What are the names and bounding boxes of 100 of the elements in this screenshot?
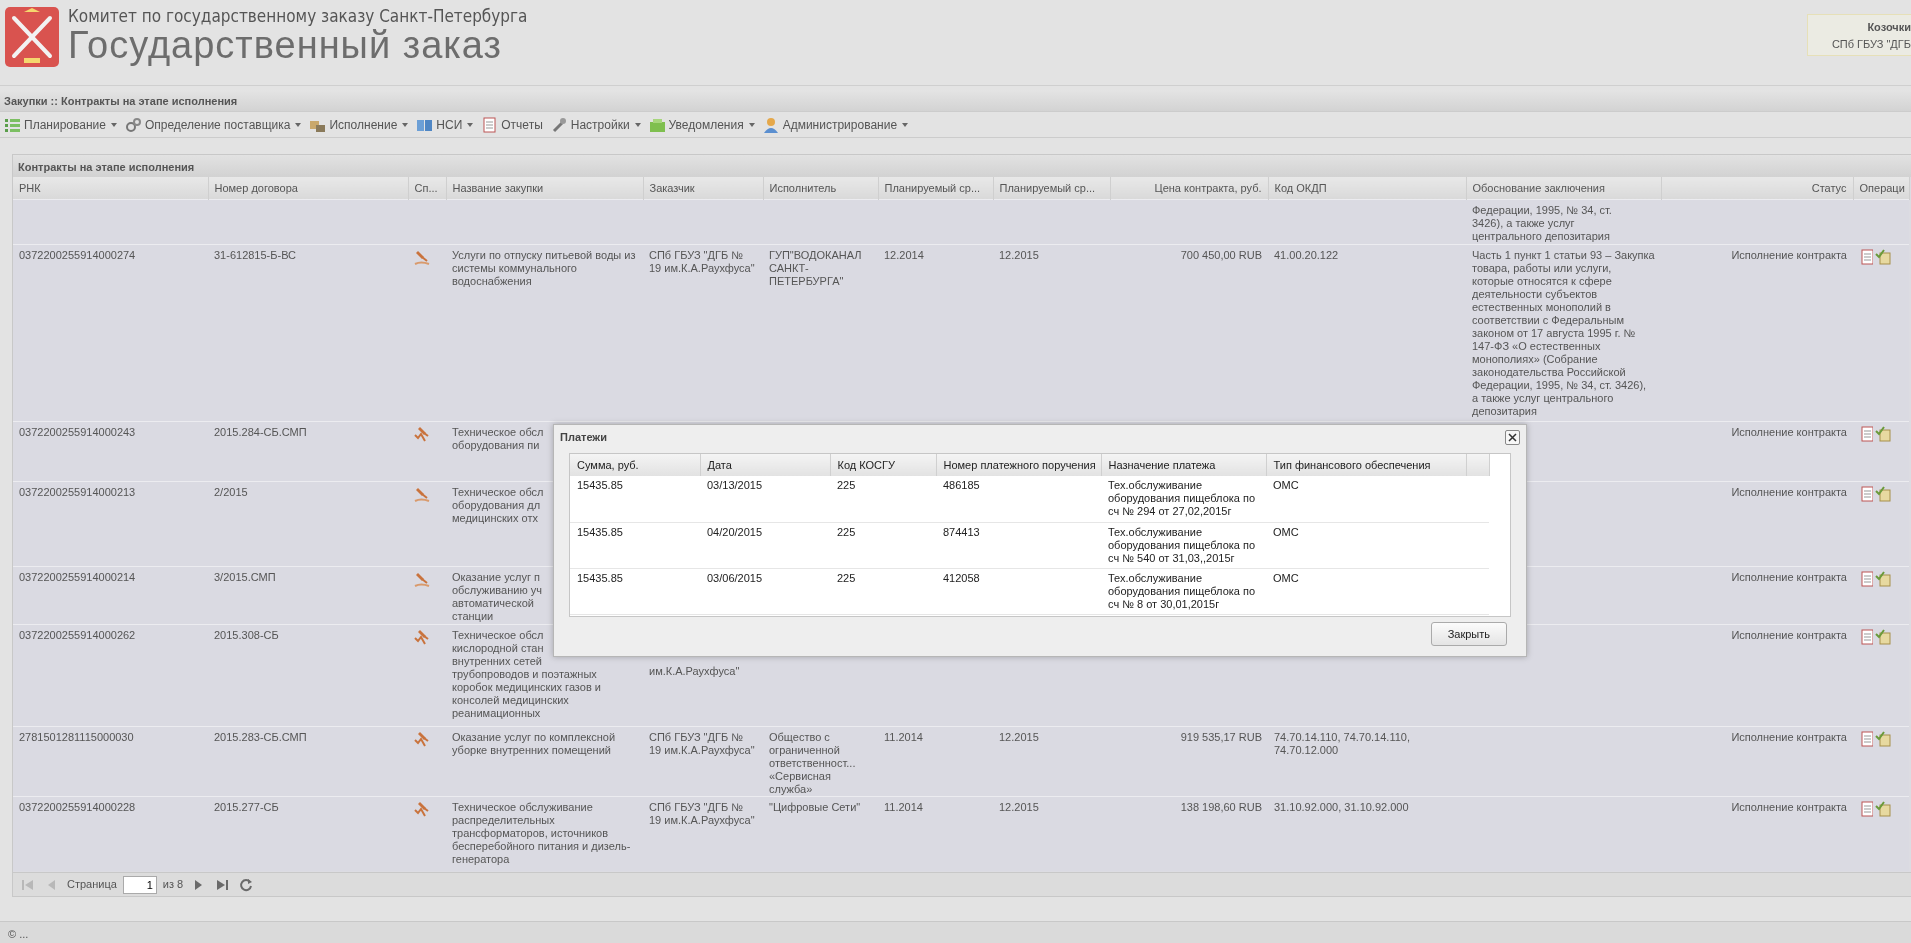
table-cell: 0372200255914000214 [19, 570, 136, 583]
document-icon[interactable] [1859, 248, 1873, 265]
table-cell: 0372200255914000274 [19, 248, 136, 261]
checklist-icon[interactable] [1875, 485, 1891, 502]
document-icon [481, 116, 499, 133]
table-cell: 41.00.20.122 [1274, 248, 1339, 261]
gavel-icon [414, 730, 430, 747]
document-icon[interactable] [1859, 485, 1873, 502]
column-header[interactable]: Назначение платежа [1101, 454, 1266, 476]
column-header[interactable]: Название закупки [446, 177, 643, 199]
table-cell: Оказание услуг по комплексной уборке внутренних помещений [452, 730, 616, 756]
person-icon [762, 116, 780, 133]
column-header[interactable]: Код ОКДП [1268, 177, 1466, 199]
status-text: Исполнение контракта [1731, 800, 1847, 813]
column-header[interactable]: Статус [1661, 177, 1853, 199]
column-header[interactable]: Планируемый ср... [993, 177, 1110, 199]
organization-name: Комитет по государственному заказу Санкт-Петербурга [68, 6, 528, 26]
table-cell: 2/2015 [214, 485, 248, 498]
user-organization: СПб ГБУЗ "ДГБ [1830, 36, 1911, 52]
site-title: Государственный заказ [68, 26, 502, 64]
table-cell: 12.2015 [999, 730, 1039, 743]
page-label: Страница [67, 877, 117, 893]
column-header[interactable]: Номер платежного поручения [936, 454, 1101, 476]
table-cell: СПб ГБУЗ "ДГБ № 19 им.К.А.Раухфуса" [649, 730, 755, 756]
table-cell: 15435.85 [577, 525, 623, 538]
table-cell: СПб ГБУЗ "ДГБ № 19 им.К.А.Раухфуса" [649, 800, 755, 826]
page-field[interactable]: 1 [122, 875, 157, 894]
gavel-icon [414, 248, 430, 265]
column-header[interactable]: Сп... [408, 177, 446, 199]
table-cell: 15435.85 [577, 571, 623, 584]
checklist-icon[interactable] [1875, 730, 1891, 747]
table-cell: 700 450,00 RUB [1180, 248, 1262, 261]
table-cell: 225 [837, 525, 856, 538]
gavel-icon [414, 485, 430, 502]
panel-title: Контракты на этапе исполнения [13, 155, 1911, 177]
gavel-icon [414, 570, 430, 587]
checklist-icon[interactable] [1875, 628, 1891, 645]
user-name: Козочки [1866, 20, 1911, 35]
table-cell: 12.2015 [999, 800, 1039, 813]
tray-icon [648, 116, 666, 133]
footer-text: © ... [0, 921, 1911, 943]
table-cell: Техническое обслуживание распределительных трансформаторов, источников бесперебойного питания и дизель-генератора [452, 800, 631, 865]
gavel-icon [414, 425, 430, 442]
table-cell: Общество с ограниченной ответственност... «Сервисная служба» [769, 730, 856, 795]
column-header[interactable]: Номер договора [208, 177, 408, 199]
table-cell: 04/20/2015 [707, 525, 763, 538]
column-header[interactable]: Обоснование заключения [1466, 177, 1661, 199]
column-header[interactable]: Исполнитель [763, 177, 878, 199]
table-cell: Техническое обсл оборудования дл медицинских отх [452, 485, 544, 524]
menu-item[interactable]: Определение поставщика [120, 115, 306, 134]
checklist-icon[interactable] [1875, 425, 1891, 442]
column-header[interactable]: Планируемый ср... [878, 177, 993, 199]
document-icon[interactable] [1859, 570, 1873, 587]
table-cell: 03/13/2015 [707, 479, 763, 491]
table-cell: 0372200255914000213 [19, 485, 136, 498]
table-cell: 74.70.14.110, 74.70.14.110, 74.70.12.000 [1274, 730, 1410, 756]
column-header[interactable]: Тип финансового обеспечения [1266, 454, 1466, 476]
gavel-icon [414, 800, 430, 817]
table-cell: "Цифровые Сети" [769, 800, 861, 813]
close-button[interactable] [1505, 429, 1520, 445]
checklist-icon[interactable] [1875, 570, 1891, 587]
status-text: Исполнение контракта [1731, 730, 1847, 743]
dialog-title: Платежи [560, 429, 607, 445]
column-header[interactable]: РНК [13, 177, 208, 199]
column-header[interactable]: Код КОСГУ [830, 454, 936, 476]
menu-item[interactable]: НСИ [412, 115, 478, 134]
status-text: Исполнение контракта [1731, 485, 1847, 498]
document-icon[interactable] [1859, 800, 1873, 817]
document-icon[interactable] [1859, 425, 1873, 442]
checklist-icon[interactable] [1875, 248, 1891, 265]
status-text: Исполнение контракта [1731, 248, 1847, 261]
column-header[interactable]: Дата [700, 454, 830, 476]
column-header[interactable]: Цена контракта, руб. [1110, 177, 1268, 199]
table-cell: ОМС [1273, 571, 1299, 584]
table-cell: 0372200255914000228 [19, 800, 136, 813]
menu-item[interactable]: Уведомления [644, 115, 759, 134]
column-header[interactable]: Заказчик [643, 177, 763, 199]
document-icon[interactable] [1859, 628, 1873, 645]
status-text: Исполнение контракта [1731, 425, 1847, 438]
document-icon[interactable] [1859, 730, 1873, 747]
table-cell: Услуги по отпуску питьевой воды из системы коммунального водоснабжения [452, 248, 636, 287]
close-dialog-button[interactable]: Закрыть [1430, 621, 1507, 646]
column-header[interactable]: Сумма, руб. [570, 454, 700, 476]
menu-item[interactable]: Администрирование [758, 115, 913, 134]
menu-item[interactable]: Исполнение [305, 115, 413, 134]
coat-of-arms-logo [4, 6, 60, 68]
table-cell: 2015.308-СБ [214, 628, 279, 641]
table-cell: 2015.277-СБ [214, 800, 279, 813]
gavel-icon [414, 628, 430, 645]
table-cell: Тех.обслуживание оборудования пищеблока по сч № 8 от 30,01,2015г [1108, 571, 1256, 610]
column-header[interactable]: Операци [1853, 177, 1909, 199]
checklist-icon[interactable] [1875, 800, 1891, 817]
menu-item[interactable]: Настройки [546, 115, 645, 134]
table-cell: 225 [837, 479, 856, 491]
menu-item[interactable]: Планирование [0, 115, 121, 134]
status-text: Исполнение контракта [1731, 628, 1847, 641]
table-cell: Тех.обслуживание оборудования пищеблока по сч № 540 от 31,03,,2015г [1108, 525, 1256, 564]
page-count: из 8 [162, 877, 184, 893]
gears-icon [124, 116, 142, 133]
menu-item[interactable]: Отчеты [477, 115, 547, 134]
